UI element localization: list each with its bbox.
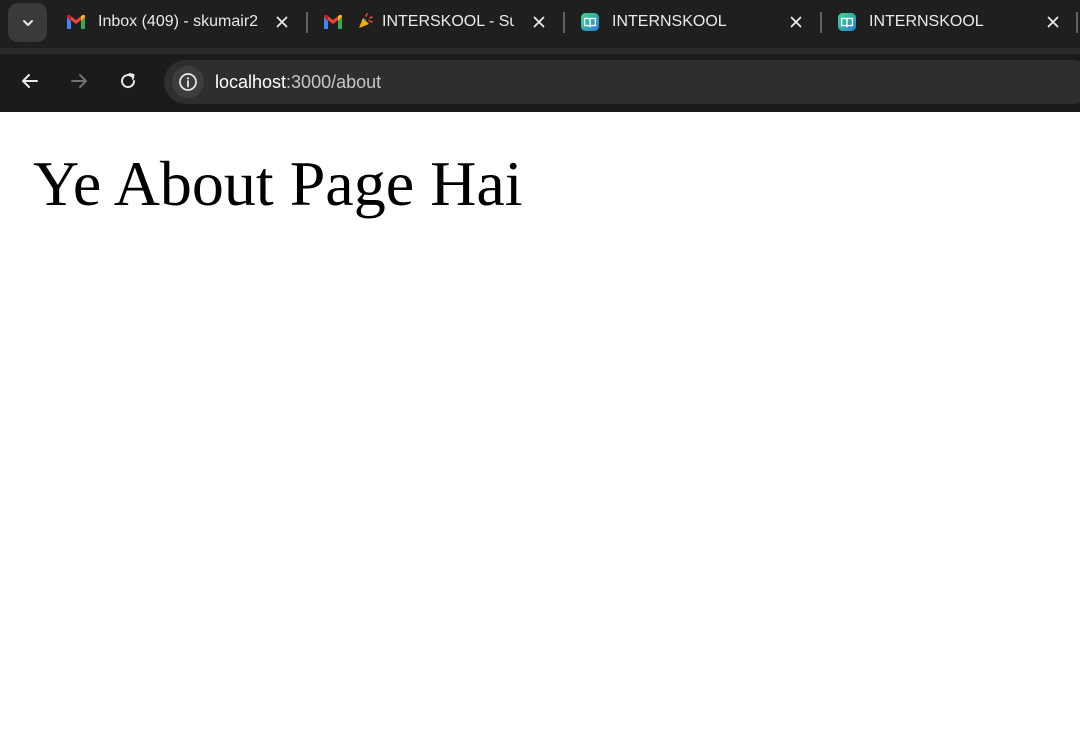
tab-separator bbox=[306, 12, 308, 33]
tab-close-button[interactable] bbox=[1043, 12, 1063, 32]
close-icon bbox=[533, 16, 545, 28]
book-app-icon bbox=[581, 13, 599, 31]
party-popper-icon bbox=[359, 13, 373, 28]
close-icon bbox=[1047, 16, 1059, 28]
reload-icon bbox=[121, 73, 136, 89]
url-text[interactable]: localhost:3000/about bbox=[215, 71, 381, 93]
url-host: localhost bbox=[215, 72, 287, 92]
tab-title: INTERSKOOL - Sub bbox=[382, 13, 514, 30]
url-path: :3000/about bbox=[286, 72, 382, 92]
site-info-button[interactable] bbox=[172, 66, 204, 98]
address-bar[interactable]: localhost:3000/about bbox=[164, 60, 1080, 104]
arrow-right-icon bbox=[71, 74, 87, 88]
forward-button[interactable] bbox=[64, 66, 94, 96]
tab-close-button[interactable] bbox=[272, 12, 292, 32]
chevron-down-icon bbox=[22, 19, 33, 26]
reload-button[interactable] bbox=[113, 66, 143, 96]
arrow-left-icon bbox=[22, 74, 38, 88]
tab-interskool-sub[interactable]: INTERSKOOL - Sub bbox=[313, 0, 565, 45]
tab-close-button[interactable] bbox=[786, 12, 806, 32]
tab-separator bbox=[820, 12, 822, 33]
gmail-icon bbox=[67, 14, 85, 29]
tab-title: Inbox (409) - skumair2 bbox=[98, 13, 259, 30]
page-title: Ye About Page Hai bbox=[33, 148, 523, 219]
gmail-icon bbox=[324, 14, 342, 29]
tab-internskool-2[interactable]: INTERNSKOOL bbox=[827, 0, 1079, 45]
close-icon bbox=[790, 16, 802, 28]
info-icon bbox=[179, 73, 197, 91]
tab-title: INTERNSKOOL bbox=[612, 13, 727, 30]
browser-toolbar: localhost:3000/about bbox=[0, 48, 1080, 112]
tab-separator bbox=[1076, 12, 1078, 33]
back-button[interactable] bbox=[15, 66, 45, 96]
tab-search-button[interactable] bbox=[8, 3, 47, 42]
tab-gmail-inbox[interactable]: Inbox (409) - skumair2 bbox=[56, 0, 308, 45]
tab-strip: Inbox (409) - skumair2 INTERSKOOL - Sub bbox=[0, 0, 1080, 48]
tab-close-button[interactable] bbox=[529, 12, 549, 32]
tab-title: INTERNSKOOL bbox=[869, 13, 984, 30]
tab-internskool-1[interactable]: INTERNSKOOL bbox=[570, 0, 822, 45]
tab-separator bbox=[563, 12, 565, 33]
page-viewport: Ye About Page Hai bbox=[0, 112, 1080, 747]
book-app-icon bbox=[838, 13, 856, 31]
close-icon bbox=[276, 16, 288, 28]
